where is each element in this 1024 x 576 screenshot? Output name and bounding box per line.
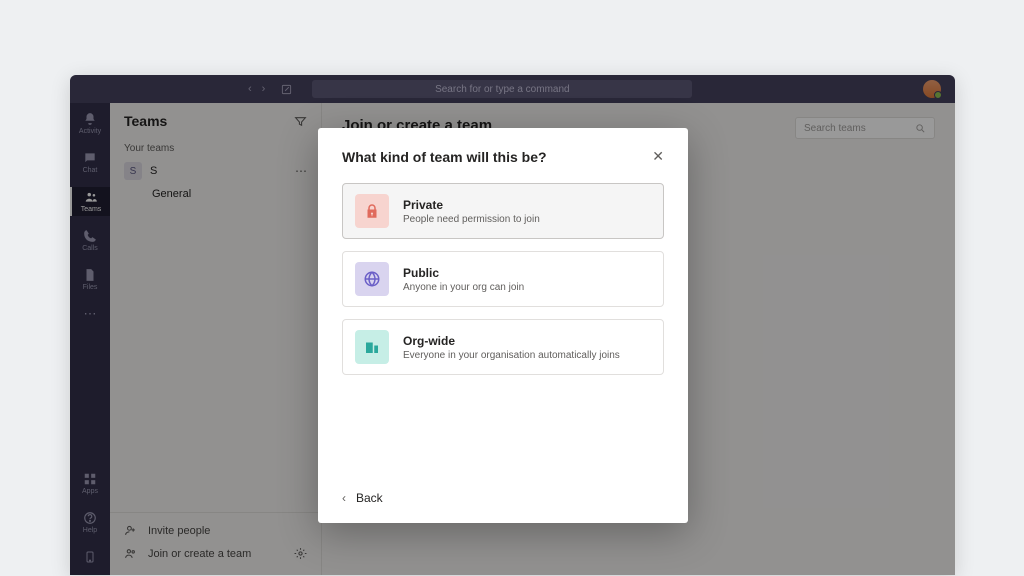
option-desc: Anyone in your org can join: [403, 282, 524, 293]
chevron-left-icon: ‹: [342, 491, 346, 505]
close-button[interactable]: ✕: [652, 148, 664, 165]
team-kind-modal: What kind of team will this be? ✕ Privat…: [318, 128, 688, 523]
modal-title: What kind of team will this be?: [342, 149, 547, 165]
modal-header: What kind of team will this be? ✕: [342, 148, 664, 165]
option-private[interactable]: Private People need permission to join: [342, 183, 664, 239]
option-desc: People need permission to join: [403, 214, 540, 225]
back-label: Back: [356, 491, 383, 505]
option-desc: Everyone in your organisation automatica…: [403, 350, 620, 361]
building-icon: [355, 330, 389, 364]
modal-footer: ‹ Back: [342, 491, 664, 505]
option-title: Public: [403, 266, 524, 280]
globe-icon: [355, 262, 389, 296]
close-icon: ✕: [652, 148, 664, 164]
option-org-wide[interactable]: Org-wide Everyone in your organisation a…: [342, 319, 664, 375]
team-kind-options: Private People need permission to join P…: [342, 183, 664, 375]
option-title: Org-wide: [403, 334, 620, 348]
option-public[interactable]: Public Anyone in your org can join: [342, 251, 664, 307]
back-button[interactable]: ‹ Back: [342, 491, 383, 505]
option-title: Private: [403, 198, 540, 212]
lock-icon: [355, 194, 389, 228]
